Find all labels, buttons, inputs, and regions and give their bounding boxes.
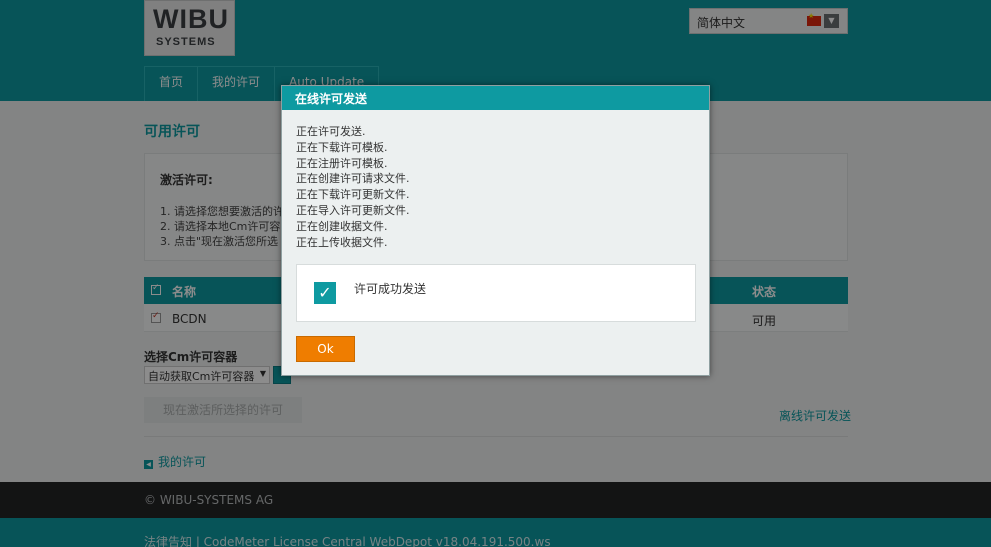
check-icon: ✓ xyxy=(314,282,336,304)
progress-message: 正在创建收据文件. xyxy=(296,219,388,233)
ok-button[interactable]: Ok xyxy=(296,336,355,362)
progress-message: 正在注册许可模板. xyxy=(296,156,388,170)
progress-message: 正在创建许可请求文件. xyxy=(296,172,410,186)
progress-message: 正在下载许可更新文件. xyxy=(296,188,410,202)
progress-message: 正在下载许可模板. xyxy=(296,140,388,154)
success-message: 许可成功发送 xyxy=(354,282,427,296)
success-panel: ✓ 许可成功发送 xyxy=(296,264,696,322)
dialog-title: 在线许可发送 xyxy=(282,86,709,110)
progress-log: 正在许可发送. 正在下载许可模板. 正在注册许可模板. 正在创建许可请求文件. … xyxy=(296,124,410,250)
progress-message: 正在上传收据文件. xyxy=(296,235,388,249)
online-transfer-dialog: 在线许可发送 正在许可发送. 正在下载许可模板. 正在注册许可模板. 正在创建许… xyxy=(281,85,710,376)
progress-message: 正在许可发送. xyxy=(296,125,366,138)
progress-message: 正在导入许可更新文件. xyxy=(296,203,410,217)
